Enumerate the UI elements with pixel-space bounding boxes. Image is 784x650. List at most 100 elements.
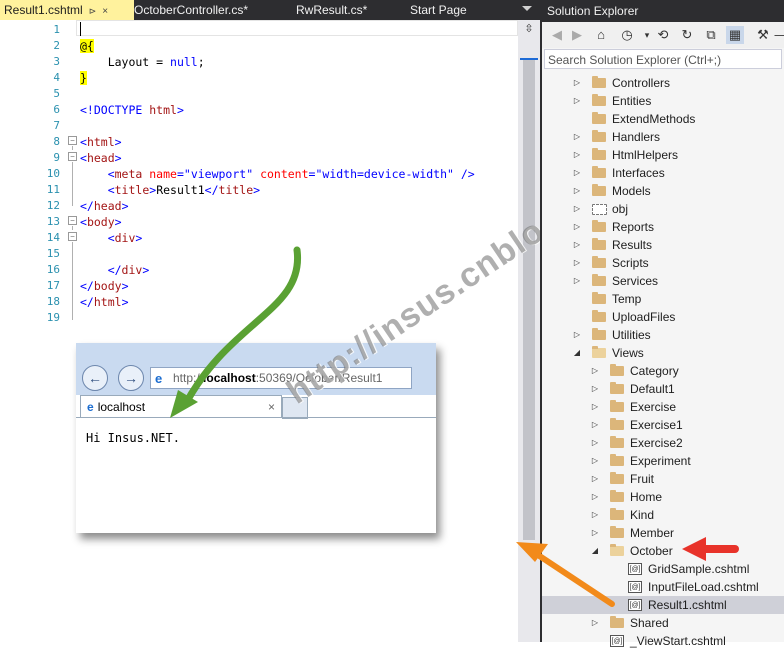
sync-icon[interactable]: ↻	[678, 26, 696, 44]
folder-icon	[592, 166, 606, 178]
tree-item[interactable]: [@] GridSample.cshtml	[542, 560, 784, 578]
tree-item[interactable]: ▷ Kind	[542, 506, 784, 524]
expand-arrow-icon[interactable]: ▷	[572, 128, 582, 146]
tree-item[interactable]: ▷ Exercise2	[542, 434, 784, 452]
tree-item[interactable]: ▷ Home	[542, 488, 784, 506]
tree-item-label: Interfaces	[612, 166, 665, 180]
tree-item-label: ExtendMethods	[612, 112, 696, 126]
tree-item[interactable]: ExtendMethods	[542, 110, 784, 128]
tree-item[interactable]: ▷ Exercise1	[542, 416, 784, 434]
tab-result1[interactable]: Result1.cshtml ⊳ ×	[0, 0, 134, 20]
browser-tab[interactable]: e localhost ×	[80, 395, 282, 418]
search-input[interactable]: Search Solution Explorer (Ctrl+;)	[544, 49, 782, 69]
expand-arrow-icon[interactable]: ▷	[572, 182, 582, 200]
expand-arrow-icon[interactable]: ▷	[572, 254, 582, 272]
tree-item[interactable]: ▷ Shared	[542, 614, 784, 632]
back-icon[interactable]: ◀	[548, 26, 566, 44]
tree-item[interactable]: ▷ Experiment	[542, 452, 784, 470]
collapse-head-icon[interactable]: −	[68, 152, 77, 161]
tree-item[interactable]: ▷ Fruit	[542, 470, 784, 488]
tree-item[interactable]: ◢ October	[542, 542, 784, 560]
tree-item[interactable]: ▷ Utilities	[542, 326, 784, 344]
expand-arrow-icon[interactable]: ▷	[572, 200, 582, 218]
collapse-body-icon[interactable]: −	[68, 216, 77, 225]
tree-item[interactable]: ▷ Default1	[542, 380, 784, 398]
tree-item[interactable]: ▷ HtmlHelpers	[542, 146, 784, 164]
forward-button[interactable]: →	[118, 365, 144, 391]
expand-arrow-icon[interactable]: ▷	[572, 272, 582, 290]
tree-item[interactable]: ▷ Results	[542, 236, 784, 254]
expand-arrow-icon[interactable]: ▷	[572, 92, 582, 110]
tree-item[interactable]: ▷ Interfaces	[542, 164, 784, 182]
tab-overflow-dropdown-icon[interactable]	[522, 6, 532, 11]
tree-item[interactable]: ▷ Handlers	[542, 128, 784, 146]
tree-item[interactable]: ▷ Member	[542, 524, 784, 542]
pin-icon[interactable]: —	[772, 26, 784, 44]
line-number: 14	[46, 231, 60, 244]
expand-arrow-icon[interactable]: ▷	[590, 398, 600, 416]
tree-item[interactable]: Temp	[542, 290, 784, 308]
scrollbar-thumb[interactable]	[523, 60, 535, 540]
close-tab-icon[interactable]: ×	[268, 396, 275, 418]
expand-arrow-icon[interactable]: ▷	[590, 470, 600, 488]
code-editor[interactable]: 1 2 3 4 5 6 7 8 9 10 11 12 13 14 15 16 1…	[0, 20, 518, 642]
tree-item[interactable]: ▷ Exercise	[542, 398, 784, 416]
expand-arrow-icon[interactable]: ▷	[590, 452, 600, 470]
line-number: 12	[46, 199, 60, 212]
tree-item[interactable]: ▷ Controllers	[542, 74, 784, 92]
expand-arrow-icon[interactable]: ▷	[590, 524, 600, 542]
properties-icon[interactable]: ⚒	[754, 26, 772, 44]
collapse-html-icon[interactable]: −	[68, 136, 77, 145]
expand-arrow-icon[interactable]: ▷	[590, 614, 600, 632]
tree-item[interactable]: ▷ obj	[542, 200, 784, 218]
editor-vertical-scrollbar[interactable]: ⇳	[518, 20, 540, 642]
expand-arrow-icon[interactable]: ▷	[572, 326, 582, 344]
tree-item[interactable]: ▷ Scripts	[542, 254, 784, 272]
refresh-icon[interactable]: ⟲	[654, 26, 672, 44]
tree-item[interactable]: [@] Result1.cshtml	[542, 596, 784, 614]
back-button[interactable]: ←	[82, 365, 108, 391]
expand-arrow-icon[interactable]: ▷	[590, 434, 600, 452]
split-window-icon[interactable]: ⇳	[521, 22, 537, 36]
razor-file-icon: [@]	[628, 599, 642, 611]
forward-icon[interactable]: ▶	[568, 26, 586, 44]
tree-item[interactable]: ▷ Entities	[542, 92, 784, 110]
expand-arrow-icon[interactable]: ▷	[590, 506, 600, 524]
tree-item[interactable]: [@] InputFileLoad.cshtml	[542, 578, 784, 596]
tree-item[interactable]: [@] _ViewStart.cshtml	[542, 632, 784, 650]
browser-preview: ← → e http://localhost:50369/October/Resu…	[76, 343, 436, 533]
expand-arrow-icon[interactable]: ▷	[572, 164, 582, 182]
tab-octobercontroller[interactable]: OctoberController.cs*	[134, 0, 248, 20]
expand-arrow-icon[interactable]: ▷	[572, 146, 582, 164]
expand-arrow-icon[interactable]: ▷	[590, 362, 600, 380]
collapse-div-icon[interactable]: −	[68, 232, 77, 241]
history-icon[interactable]: ◷	[618, 26, 636, 44]
tree-item[interactable]: ▷ Services	[542, 272, 784, 290]
tree-item[interactable]: ◢ Views	[542, 344, 784, 362]
expand-arrow-icon[interactable]: ▷	[590, 380, 600, 398]
tree-item-label: Services	[612, 274, 659, 288]
tree-item[interactable]: ▷ Reports	[542, 218, 784, 236]
expand-arrow-icon[interactable]: ▷	[572, 74, 582, 92]
expand-arrow-icon[interactable]: ▷	[572, 218, 582, 236]
tree-item-label: Results	[612, 238, 653, 252]
home-icon[interactable]: ⌂	[592, 26, 610, 44]
tree-item[interactable]: UploadFiles	[542, 308, 784, 326]
collapse-arrow-icon[interactable]: ◢	[590, 542, 600, 560]
code-line-17: </body>	[80, 279, 129, 293]
collapse-arrow-icon[interactable]: ◢	[572, 344, 582, 362]
line-number: 6	[53, 103, 60, 116]
tree-item[interactable]: ▷ Models	[542, 182, 784, 200]
expand-arrow-icon[interactable]: ▷	[590, 416, 600, 434]
close-icon[interactable]: ×	[102, 6, 108, 17]
show-all-icon[interactable]: ▦	[726, 26, 744, 44]
tree-item[interactable]: ▷ Category	[542, 362, 784, 380]
tree-item-label: Reports	[612, 220, 655, 234]
expand-arrow-icon[interactable]: ▷	[572, 236, 582, 254]
collapse-icon[interactable]: ⧉	[702, 26, 720, 44]
tab-start-page[interactable]: Start Page	[410, 0, 467, 20]
tab-rwresult[interactable]: RwResult.cs*	[296, 0, 367, 20]
expand-arrow-icon[interactable]: ▷	[590, 488, 600, 506]
pin-icon[interactable]: ⊳	[89, 6, 97, 16]
tree-item-label: Kind	[630, 508, 655, 522]
